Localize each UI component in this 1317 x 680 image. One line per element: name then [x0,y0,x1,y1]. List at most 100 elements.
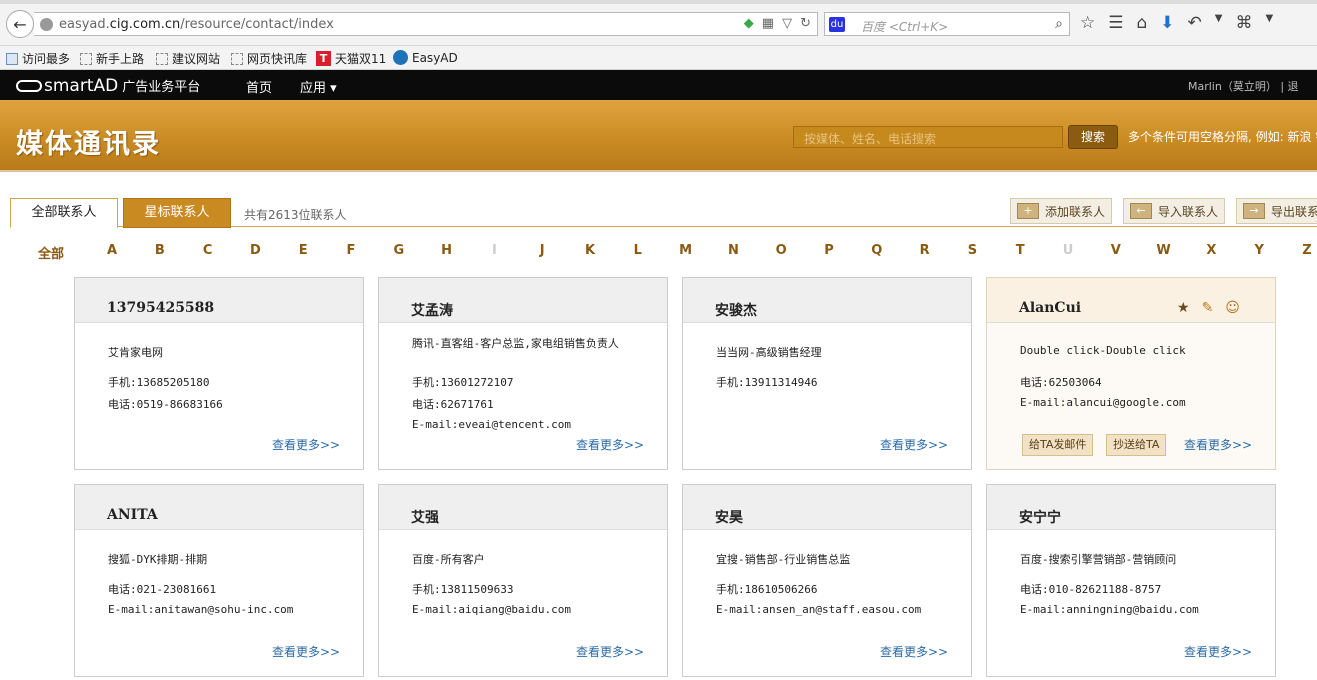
view-more-link[interactable]: 查看更多>> [576,643,644,660]
bookmark-tmall[interactable]: T 天猫双11 [316,50,386,67]
tmall-icon: T [316,51,331,66]
contact-name: ANITA [107,507,158,523]
contact-company: 搜狐-DYK排期-排期 [108,553,208,566]
letter-p[interactable]: P [819,243,839,258]
letter-y[interactable]: Y [1249,243,1269,258]
url-text: easyad.cig.com.cn/resource/contact/index [59,17,334,32]
letter-d[interactable]: D [245,243,265,258]
menu-dropdown-icon[interactable]: ▼ [1215,13,1223,33]
qr-code-icon[interactable]: ▦ [762,16,774,31]
letter-u[interactable]: U [1058,243,1078,258]
contact-count: 共有2613位联系人 [244,208,347,222]
contact-card[interactable]: 安宁宁 百度-搜索引擎营销部-营销顾问 电话:010-82621188-8757 E-… [986,484,1276,677]
view-more-link[interactable]: 查看更多>> [576,436,644,453]
bookmark-web-slices[interactable]: 网页快讯库 [231,50,307,67]
letter-g[interactable]: G [389,243,409,258]
letter-b[interactable]: B [150,243,170,258]
letter-h[interactable]: H [437,243,457,258]
contact-name: 艾孟涛 [411,303,453,319]
back-arrow-icon[interactable]: ← [6,10,34,38]
tab-all-contacts[interactable]: 全部联系人 [10,198,118,228]
send-email-button[interactable]: 给TA发邮件 [1022,434,1094,456]
search-button[interactable]: 搜索 [1068,125,1118,149]
letter-c[interactable]: C [198,243,218,258]
star-icon[interactable]: ★ [1177,300,1190,316]
dropdown-icon[interactable]: ▽ [782,16,792,31]
contact-detail: 电话:62503064 [1020,376,1102,389]
export-contacts-button[interactable]: →导出联系人 [1236,198,1317,224]
nav-home[interactable]: 首页 [246,77,272,96]
view-more-link[interactable]: 查看更多>> [1184,436,1252,453]
letter-all[interactable]: 全部 [34,243,68,262]
crop-icon[interactable]: ⌘ [1236,13,1253,33]
letter-f[interactable]: F [341,243,361,258]
view-more-link[interactable]: 查看更多>> [272,436,340,453]
nav-apps-dropdown[interactable]: 应用 ▾ [300,77,337,96]
letter-q[interactable]: Q [867,243,887,258]
letter-s[interactable]: S [962,243,982,258]
contact-card[interactable]: 安骏杰 当当网-高级销售经理 手机:13911314946 查看更多>> [682,277,972,470]
contact-card[interactable]: 安昊 宜搜-销售部-行业销售总监 手机:18610506266 E-mail:anse… [682,484,972,677]
letter-l[interactable]: L [628,243,648,258]
letter-a[interactable]: A [102,243,122,258]
contact-search-input[interactable]: 按媒体、姓名、电话搜索 [793,126,1063,148]
contact-card[interactable]: AlanCui Double click-Double click 电话:62503… [986,277,1276,470]
view-more-link[interactable]: 查看更多>> [880,436,948,453]
contact-company: 宜搜-销售部-行业销售总监 [716,553,851,566]
bookmark-most-visited[interactable]: 访问最多 [6,50,70,67]
letter-t[interactable]: T [1010,243,1030,258]
download-icon[interactable]: ⬇ [1160,13,1174,33]
bookmark-suggested-sites[interactable]: 建议网站 [156,50,220,67]
add-contact-icon: + [1017,203,1039,219]
letter-j[interactable]: J [532,243,552,258]
browser-toolbar: ← easyad.cig.com.cn/resource/contact/ind… [0,0,1317,46]
view-more-link[interactable]: 查看更多>> [880,643,948,660]
shield-icon[interactable]: ◆ [744,16,754,31]
tab-starred-contacts[interactable]: 星标联系人 [123,198,231,228]
baidu-paw-icon[interactable]: du [829,17,845,32]
letter-r[interactable]: R [915,243,935,258]
view-more-link[interactable]: 查看更多>> [272,643,340,660]
bookmark-easyad[interactable]: EasyAD [393,50,458,65]
address-bar[interactable]: easyad.cig.com.cn/resource/contact/index… [34,12,818,36]
letter-k[interactable]: K [580,243,600,258]
undo-icon[interactable]: ↶ [1188,13,1202,33]
cc-button[interactable]: 抄送给TA [1106,434,1167,456]
letter-i[interactable]: I [484,243,504,258]
contact-detail: 手机:18610506266 [716,583,818,596]
letter-v[interactable]: V [1106,243,1126,258]
contact-card[interactable]: 13795425588 艾肯家电网 手机:13685205180 电话:0519-86… [74,277,364,470]
site-top-bar: smartAD 广告业务平台 首页 应用 ▾ Marlin（莫立明） | 退 [0,70,1317,100]
letter-n[interactable]: N [723,243,743,258]
reading-list-icon[interactable]: ☰ [1108,13,1123,33]
view-more-link[interactable]: 查看更多>> [1184,643,1252,660]
contact-detail: E-mail:ansen_an@staff.easou.com [716,603,922,616]
reload-icon[interactable]: ↻ [800,16,811,31]
letter-z[interactable]: Z [1297,243,1317,258]
search-icon[interactable]: ⌕ [1055,16,1063,32]
star-bookmark-icon[interactable]: ☆ [1080,13,1095,33]
add-contact-button[interactable]: + 添加联系人 [1010,198,1113,224]
letter-o[interactable]: O [771,243,791,258]
bookmark-getting-started[interactable]: 新手上路 [80,50,144,67]
letter-e[interactable]: E [293,243,313,258]
letter-x[interactable]: X [1201,243,1221,258]
letter-m[interactable]: M [676,243,696,258]
user-menu[interactable]: Marlin（莫立明） | 退 [1188,78,1299,94]
import-contacts-button[interactable]: ← 导入联系人 [1123,198,1226,224]
contact-card[interactable]: ANITA 搜狐-DYK排期-排期 电话:021-23081661 E-mail:an… [74,484,364,677]
letter-w[interactable]: W [1154,243,1174,258]
contact-detail: E-mail:eveai@tencent.com [412,418,571,431]
contact-detail: E-mail:anningning@baidu.com [1020,603,1199,616]
home-icon[interactable]: ⌂ [1137,13,1148,33]
edit-pencil-icon[interactable]: ✎ [1202,300,1214,316]
more-dropdown-icon[interactable]: ▼ [1266,13,1274,33]
browser-search-placeholder: 百度 <Ctrl+K> [861,20,949,34]
cloud-icon [16,80,42,92]
contact-card[interactable]: 艾孟涛 腾讯-直客组-客户总监,家电组销售负责人 手机:13601272107 电话:… [378,277,668,470]
site-logo[interactable]: smartAD 广告业务平台 [16,76,200,96]
user-add-icon[interactable]: ☺ [1225,300,1240,316]
browser-search-box[interactable]: du 百度 <Ctrl+K> ⌕ [824,12,1070,36]
contact-name: AlanCui [1019,300,1082,316]
contact-card[interactable]: 艾强 百度-所有客户 手机:13811509633 E-mail:aiqiang@ba… [378,484,668,677]
